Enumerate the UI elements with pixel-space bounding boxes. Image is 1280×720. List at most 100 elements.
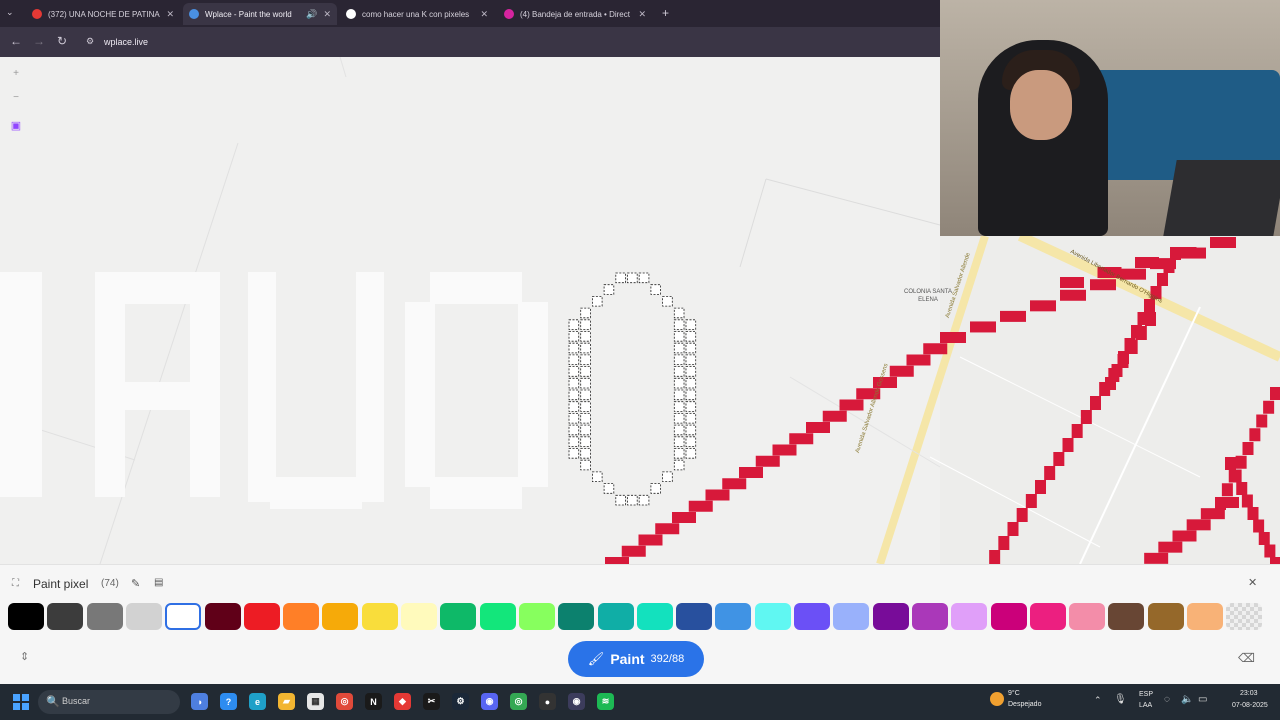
wifi-icon[interactable]: ◌: [1164, 694, 1170, 705]
color-swatch[interactable]: [1147, 603, 1184, 630]
forward-button[interactable]: →: [33, 34, 45, 48]
taskbar-explorer-icon[interactable]: ▰: [278, 693, 295, 710]
template-pixel[interactable]: [662, 295, 673, 307]
browser-tab[interactable]: (4) Bandeja de entrada • Direct ✕: [498, 3, 652, 25]
template-pixel[interactable]: [673, 354, 685, 365]
color-swatch[interactable]: [1108, 603, 1145, 630]
template-pixel[interactable]: [685, 342, 697, 354]
template-pixel[interactable]: [685, 412, 697, 424]
taskbar-store-icon[interactable]: ▦: [307, 693, 324, 710]
zoom-out-button[interactable]: −: [8, 89, 24, 105]
template-pixel[interactable]: [568, 354, 580, 365]
template-pixel[interactable]: [673, 307, 685, 319]
template-pixel[interactable]: [568, 366, 580, 377]
template-pixel[interactable]: [568, 401, 580, 412]
browser-tab[interactable]: como hacer una K con pixeles ✕: [340, 3, 494, 25]
color-swatch[interactable]: [636, 603, 673, 630]
tab-close-icon[interactable]: ✕: [638, 9, 646, 20]
zoom-in-button[interactable]: +: [8, 65, 24, 81]
template-pixel[interactable]: [592, 471, 603, 482]
tab-search-icon[interactable]: ⌄: [6, 7, 14, 18]
color-swatch[interactable]: [1187, 603, 1223, 630]
color-swatch[interactable]: [794, 603, 830, 630]
color-swatch[interactable]: [322, 603, 359, 630]
color-swatch[interactable]: [1226, 603, 1263, 630]
template-pixel[interactable]: [673, 424, 685, 436]
template-pixel[interactable]: [673, 366, 685, 377]
windows-start-icon[interactable]: [13, 694, 29, 710]
template-pixel[interactable]: [615, 272, 626, 284]
template-pixel[interactable]: [568, 331, 580, 342]
color-swatch[interactable]: [676, 603, 713, 630]
template-pixel[interactable]: [685, 436, 697, 447]
browser-tab[interactable]: Wplace - Paint the world 🔊 ✕: [183, 3, 337, 25]
color-swatch[interactable]: [479, 603, 516, 630]
template-pixel[interactable]: [568, 424, 580, 436]
taskbar-chrome-icon[interactable]: ◎: [336, 693, 353, 710]
color-swatch[interactable]: [440, 603, 477, 630]
template-pixel[interactable]: [685, 424, 697, 436]
keyboard-layout[interactable]: LAA: [1139, 702, 1152, 709]
tray-chevron-icon[interactable]: ⌃: [1094, 695, 1102, 706]
color-swatch[interactable]: [1069, 603, 1106, 630]
template-pixel[interactable]: [685, 331, 697, 342]
color-swatch[interactable]: [518, 603, 555, 630]
template-pixel[interactable]: [685, 354, 697, 365]
url-field[interactable]: wplace.live: [104, 37, 148, 47]
template-pixel[interactable]: [673, 342, 685, 354]
taskbar-obs-icon[interactable]: ◉: [568, 693, 585, 710]
template-pixel[interactable]: [580, 436, 591, 447]
template-pixel[interactable]: [568, 377, 580, 389]
template-pixel[interactable]: [568, 436, 580, 447]
new-tab-button[interactable]: +: [662, 6, 669, 20]
clock-time[interactable]: 23:03: [1240, 690, 1258, 697]
weather-icon[interactable]: [990, 692, 1004, 706]
color-swatch[interactable]: [165, 603, 202, 630]
template-pixel[interactable]: [580, 307, 591, 319]
template-pixel[interactable]: [603, 483, 615, 494]
back-button[interactable]: ←: [10, 34, 22, 48]
browser-tab[interactable]: (372) UNA NOCHE DE PATINAJE ✕: [26, 3, 180, 25]
color-swatch[interactable]: [715, 603, 752, 630]
taskbar-widgets-icon[interactable]: ◑: [191, 693, 208, 710]
color-swatch[interactable]: [1029, 603, 1066, 630]
template-pixel[interactable]: [580, 331, 591, 342]
template-pixel[interactable]: [580, 377, 591, 389]
template-pixel[interactable]: [638, 494, 650, 506]
template-pixel[interactable]: [673, 459, 685, 471]
taskbar-discord-icon[interactable]: ◉: [481, 693, 498, 710]
paint-button[interactable]: 🖌 Paint 392/88: [568, 641, 704, 677]
color-swatch[interactable]: [990, 603, 1027, 630]
color-swatch[interactable]: [833, 603, 870, 630]
color-swatch[interactable]: [361, 603, 398, 630]
template-pixel[interactable]: [568, 389, 580, 401]
template-pixel[interactable]: [568, 342, 580, 354]
template-pixel[interactable]: [580, 424, 591, 436]
collapse-toggle-icon[interactable]: ⇕: [20, 650, 29, 663]
template-pixel[interactable]: [627, 494, 638, 506]
template-pixel[interactable]: [627, 272, 638, 284]
template-pixel[interactable]: [685, 389, 697, 401]
color-swatch[interactable]: [125, 603, 162, 630]
color-swatch[interactable]: [558, 603, 595, 630]
taskbar-chrome-2-icon[interactable]: ◎: [510, 693, 527, 710]
language-indicator[interactable]: ESP: [1139, 691, 1153, 698]
clock-date[interactable]: 07-08-2025: [1232, 702, 1268, 709]
taskbar-search[interactable]: 🔍 Buscar: [38, 690, 180, 714]
eraser-icon[interactable]: ⌫: [1238, 651, 1255, 665]
template-pixel[interactable]: [580, 342, 591, 354]
template-pixel[interactable]: [662, 471, 673, 482]
template-pixel[interactable]: [603, 284, 615, 295]
template-pixel[interactable]: [580, 401, 591, 412]
template-pixel[interactable]: [615, 494, 626, 506]
template-pixel[interactable]: [580, 459, 591, 471]
template-pixel[interactable]: [685, 448, 697, 459]
color-swatch[interactable]: [401, 603, 437, 630]
template-pixel[interactable]: [685, 366, 697, 377]
template-pixel[interactable]: [650, 284, 662, 295]
color-swatch[interactable]: [597, 603, 634, 630]
battery-icon[interactable]: ▭: [1198, 694, 1207, 705]
template-pixel[interactable]: [650, 483, 662, 494]
template-pixel[interactable]: [673, 331, 685, 342]
template-pixel[interactable]: [685, 377, 697, 389]
